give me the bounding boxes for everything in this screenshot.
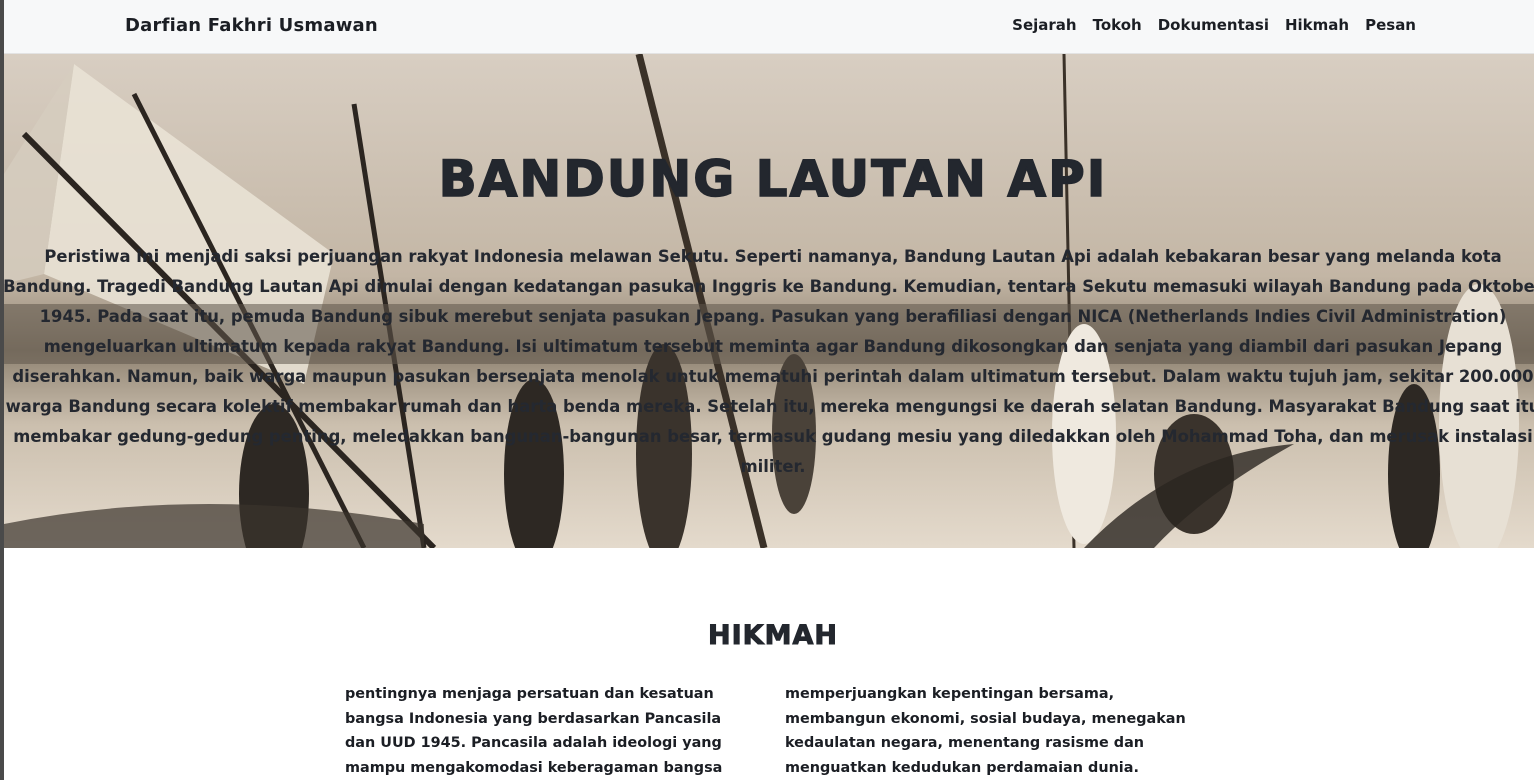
hero-title: BANDUNG LAUTAN API: [438, 149, 1108, 209]
hikmah-title: HIKMAH: [708, 620, 838, 652]
hikmah-text-left: pentingnya menjaga persatuan dan kesatua…: [345, 686, 723, 776]
hero-section: BANDUNG LAUTAN API Peristiwa ini menjadi…: [4, 54, 1534, 548]
hikmah-text-right: memperjuangkan kepentingan bersama, memb…: [785, 686, 1186, 776]
nav-link-dokumentasi[interactable]: Dokumentasi: [1158, 16, 1269, 34]
nav-link-hikmah[interactable]: Hikmah: [1285, 16, 1349, 34]
nav-link-tokoh[interactable]: Tokoh: [1093, 16, 1142, 34]
navbar: Darfian Fakhri Usmawan Sejarah Tokoh Dok…: [4, 0, 1534, 54]
brand-link[interactable]: Darfian Fakhri Usmawan: [125, 15, 378, 36]
hero-description: Peristiwa ini menjadi saksi perjuangan r…: [4, 247, 1534, 476]
nav-links: Sejarah Tokoh Dokumentasi Hikmah Pesan: [1012, 16, 1416, 34]
nav-link-pesan[interactable]: Pesan: [1365, 16, 1416, 34]
page: Darfian Fakhri Usmawan Sejarah Tokoh Dok…: [4, 0, 1534, 780]
nav-link-sejarah[interactable]: Sejarah: [1012, 16, 1076, 34]
